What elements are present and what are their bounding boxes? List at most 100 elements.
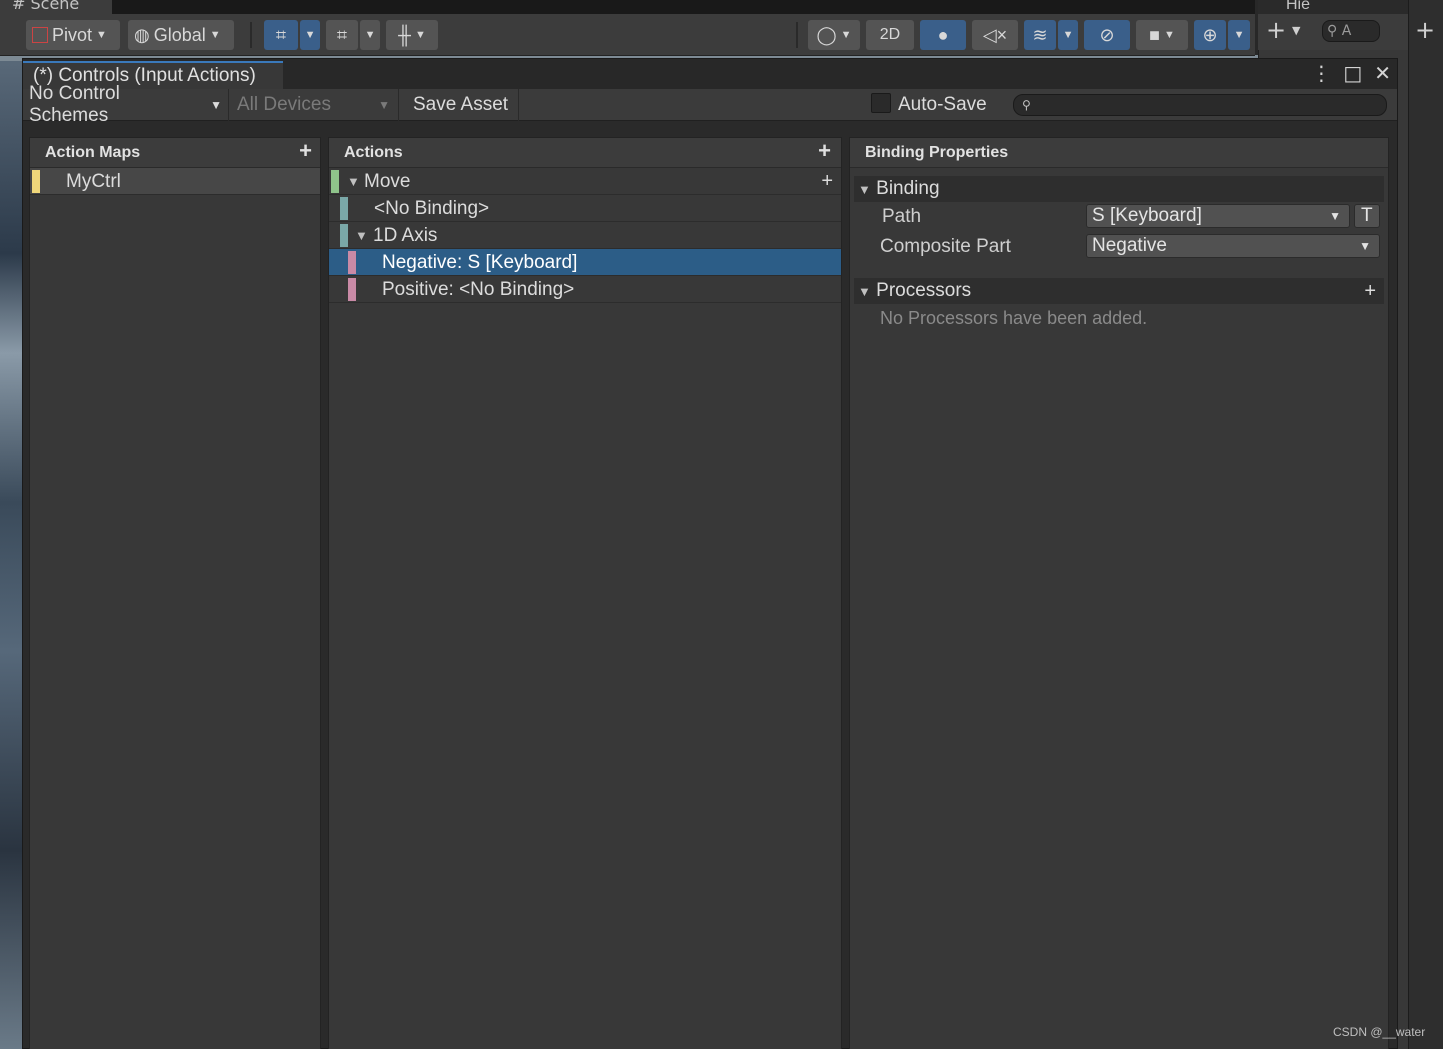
binding-properties-header: Binding Properties [850,138,1388,168]
grid-snap-menu[interactable]: ▼ [300,20,320,50]
input-actions-window: (*) Controls (Input Actions) ⋮ □ ✕ No Co… [22,58,1398,1049]
visibility-toggle[interactable]: ⊘ [1084,20,1130,50]
control-schemes-label: No Control Schemes [29,83,120,126]
chevron-down-icon: ▼ [1359,239,1371,253]
tab-scene[interactable]: # Scene [0,0,112,14]
composite-row[interactable]: ▼ 1D Axis [329,222,841,249]
save-asset-button[interactable]: Save Asset [407,89,519,121]
maximize-icon[interactable]: □ [1343,61,1362,85]
pivot-dropdown[interactable]: Pivot ▼ [26,20,120,50]
effects-menu[interactable]: ▼ [1058,20,1078,50]
lightbulb-icon: ● [937,24,949,45]
hierarchy-search-placeholder: A [1341,23,1352,39]
draw-mode-dropdown[interactable]: ◯ ▼ [808,20,860,50]
chevron-down-icon: ▼ [1163,29,1175,41]
expand-triangle-icon[interactable]: ▼ [347,168,360,195]
binding-section-label: Binding [876,178,940,199]
path-value: S [Keyboard] [1092,205,1202,226]
action-label: Move [364,171,411,192]
camera-dropdown[interactable]: ■ ▼ [1136,20,1188,50]
action-row-move[interactable]: ▼ Move + [329,168,841,195]
add-icon[interactable]: + [1266,16,1286,44]
audio-toggle[interactable]: ◁× [972,20,1018,50]
window-titlebar: (*) Controls (Input Actions) ⋮ □ ✕ [23,59,1397,89]
binding-label: <No Binding> [374,198,490,219]
path-dropdown[interactable]: S [Keyboard] ▼ [1086,204,1350,228]
grid-snap-button[interactable]: ⌗ [264,20,298,50]
expand-triangle-icon[interactable]: ▼ [355,222,368,249]
input-actions-toolbar: No Control Schemes ▼ All Devices ▼ Save … [23,83,1397,126]
search-icon: ⚲ [1022,98,1031,112]
devices-label: All Devices [237,94,331,115]
auto-save-checkbox[interactable] [871,93,891,113]
eye-hidden-icon: ⊘ [1099,24,1115,45]
global-dropdown[interactable]: ◍ Global ▼ [128,20,234,50]
binding-properties-title: Binding Properties [865,144,1009,161]
chevron-down-icon: ▼ [414,29,426,41]
search-input[interactable]: ⚲ [1013,94,1387,116]
action-color-swatch [331,170,339,193]
scene-toolbar: Pivot ▼ ◍ Global ▼ ⌗ ▼ ⌗ ▼ ╫ ▼ ◯ ▼ 2D ● ◁×… [0,14,1255,56]
lighting-toggle[interactable]: ● [920,20,966,50]
add-icon[interactable]: + [1415,16,1435,44]
effects-toggle[interactable]: ≋ [1024,20,1056,50]
devices-dropdown[interactable]: All Devices ▼ [231,89,399,121]
save-asset-label: Save Asset [413,94,509,115]
ruler-dropdown[interactable]: ╫ ▼ [386,20,438,50]
composite-part-dropdown[interactable]: Negative ▼ [1086,234,1380,258]
composite-part-label: Composite Part [880,236,1011,257]
action-maps-header: Action Maps + [30,138,320,168]
composite-part-row-negative[interactable]: Negative: S [Keyboard] [329,249,841,276]
part-label: Positive: <No Binding> [382,279,575,300]
increment-snap-icon: ⌗ [336,24,348,45]
auto-save-label: Auto-Save [898,94,987,115]
tab-hierarchy[interactable]: Hie [1286,0,1310,14]
text-mode-button[interactable]: T [1354,204,1380,228]
hierarchy-search-input[interactable]: ⚲ A [1322,20,1380,42]
layers-icon: ≋ [1032,24,1048,45]
ruler-icon: ╫ [398,24,411,45]
chevron-down-icon: ▼ [1329,209,1341,223]
control-schemes-dropdown[interactable]: No Control Schemes ▼ [23,83,229,126]
search-icon: ⚲ [1327,23,1338,39]
processors-section-header[interactable]: ▼ Processors + [854,278,1384,304]
chevron-down-icon: ▼ [304,29,316,41]
mute-icon: ◁× [982,24,1008,45]
global-label: Global [153,24,206,45]
action-map-item[interactable]: MyCtrl [30,168,320,195]
add-action-icon[interactable]: + [818,138,831,164]
watermark: CSDN @__water [1333,1025,1426,1039]
binding-properties-pane: Binding Properties ▼ Binding Path S [Key… [849,137,1389,1049]
chevron-down-icon: ▼ [96,29,107,41]
chevron-down-icon: ▼ [1062,29,1074,41]
increment-snap-menu[interactable]: ▼ [360,20,380,50]
globe-icon: ⊕ [1202,24,1218,45]
composite-part-row-positive[interactable]: Positive: <No Binding> [329,276,841,303]
chevron-down-icon: ▼ [378,98,390,112]
scene-view-background [0,55,22,1049]
expand-triangle-icon: ▼ [858,284,871,299]
add-action-map-icon[interactable]: + [299,138,312,164]
chevron-down-icon[interactable]: ▼ [1292,24,1300,37]
actions-title: Actions [344,144,403,161]
action-maps-title: Action Maps [45,144,141,161]
more-options-icon[interactable]: ⋮ [1311,61,1331,85]
increment-snap-button[interactable]: ⌗ [326,20,358,50]
gizmos-menu[interactable]: ▼ [1228,20,1250,50]
action-map-color-swatch [32,170,40,193]
gizmos-toggle[interactable]: ⊕ [1194,20,1226,50]
add-binding-icon[interactable]: + [821,168,833,195]
path-label: Path [882,206,922,227]
binding-section-header[interactable]: ▼ Binding [854,176,1384,202]
chevron-down-icon: ▼ [840,29,852,41]
add-processor-icon[interactable]: + [1364,278,1376,304]
binding-row[interactable]: <No Binding> [329,195,841,222]
chevron-down-icon: ▼ [364,29,376,41]
part-color-swatch [348,251,356,274]
chevron-down-icon: ▼ [210,98,222,112]
toggle-2d-button[interactable]: 2D [866,20,914,50]
shading-icon: ◯ [816,24,837,45]
hierarchy-toolbar: + ▼ ⚲ A [1258,14,1408,50]
close-icon[interactable]: ✕ [1374,61,1391,85]
hierarchy-tabbar: Hie [1258,0,1408,14]
